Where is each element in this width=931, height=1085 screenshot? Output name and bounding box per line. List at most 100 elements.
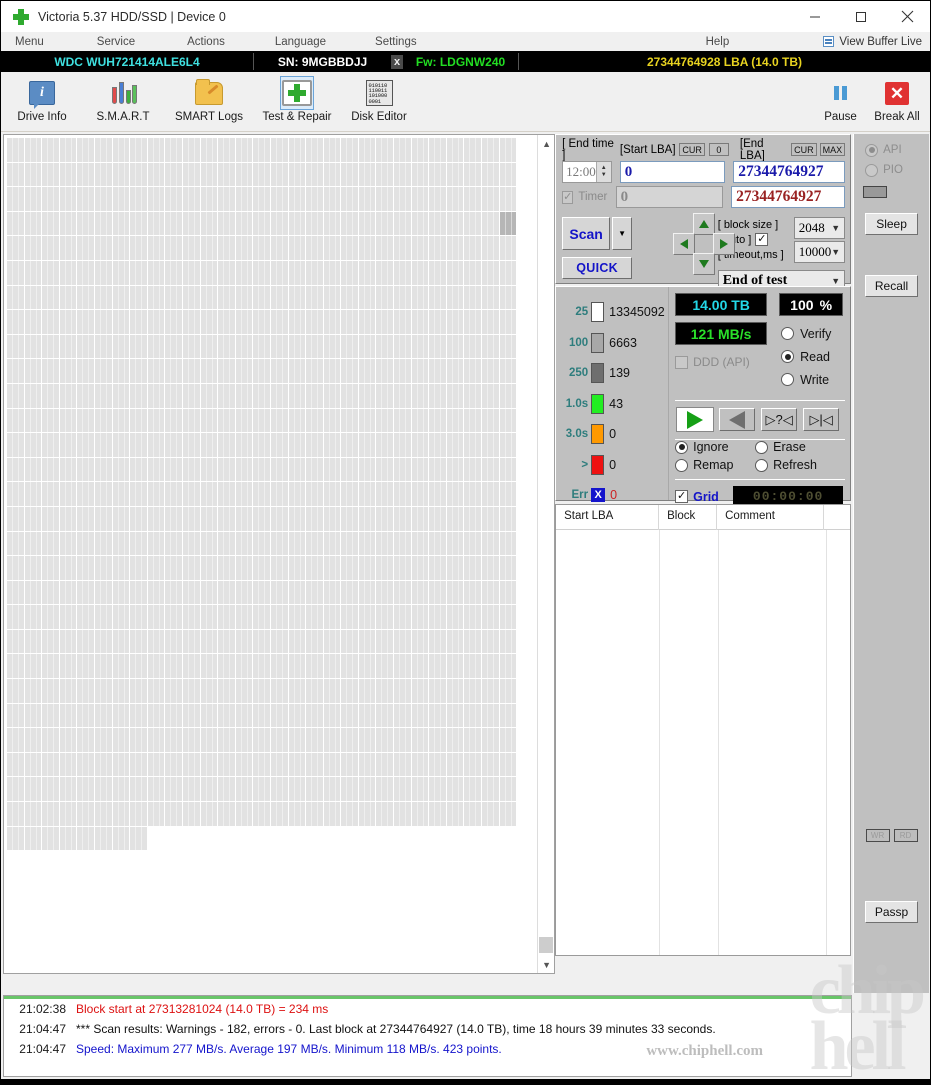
block-map-cell[interactable] bbox=[464, 728, 482, 752]
block-map-cell[interactable] bbox=[306, 531, 323, 556]
block-map-cell[interactable] bbox=[323, 777, 341, 802]
block-map-cell[interactable] bbox=[200, 359, 218, 383]
block-map-cell[interactable] bbox=[7, 359, 24, 383]
block-map-cell[interactable] bbox=[482, 629, 499, 654]
block-map-cell[interactable] bbox=[165, 777, 182, 802]
block-map-cell[interactable] bbox=[429, 580, 446, 605]
block-map-cell[interactable] bbox=[112, 408, 130, 433]
menu-item-language[interactable]: Language bbox=[275, 36, 326, 48]
block-map-cell[interactable] bbox=[270, 802, 288, 826]
block-map-cell[interactable] bbox=[130, 260, 147, 285]
menu-item-actions[interactable]: Actions bbox=[187, 36, 225, 48]
block-map-cell[interactable] bbox=[218, 605, 235, 629]
block-map-cell[interactable] bbox=[464, 408, 482, 433]
block-map-cell[interactable] bbox=[200, 556, 218, 580]
block-map-cell[interactable] bbox=[94, 383, 112, 408]
block-map-cell[interactable] bbox=[253, 138, 270, 162]
block-map-cell[interactable] bbox=[24, 506, 42, 531]
block-map-cell[interactable] bbox=[411, 728, 429, 752]
block-map-cell[interactable] bbox=[429, 802, 446, 826]
block-map-cell[interactable] bbox=[200, 383, 218, 408]
block-map-cell[interactable] bbox=[499, 334, 517, 359]
block-map-cell[interactable] bbox=[200, 433, 218, 457]
block-map-cell[interactable] bbox=[270, 531, 288, 556]
block-map-cell[interactable] bbox=[218, 162, 235, 187]
block-map-cell[interactable] bbox=[200, 138, 218, 162]
block-map-cell[interactable] bbox=[7, 162, 24, 187]
block-map-cell[interactable] bbox=[376, 679, 394, 703]
block-map-cell[interactable] bbox=[112, 457, 130, 482]
block-map-cell[interactable] bbox=[200, 162, 218, 187]
block-map-cell[interactable] bbox=[94, 482, 112, 506]
block-map-cell[interactable] bbox=[253, 187, 270, 211]
block-map-cell[interactable] bbox=[112, 802, 130, 826]
block-map-cell[interactable] bbox=[288, 138, 306, 162]
block-map-cell[interactable] bbox=[482, 703, 499, 728]
block-map-cell[interactable] bbox=[253, 408, 270, 433]
block-map-cell[interactable] bbox=[200, 531, 218, 556]
block-map-cell[interactable] bbox=[376, 654, 394, 679]
block-map-cell[interactable] bbox=[499, 310, 517, 334]
block-map-cell[interactable] bbox=[94, 334, 112, 359]
block-map-cell[interactable] bbox=[446, 260, 464, 285]
block-map-cell[interactable] bbox=[130, 285, 147, 310]
block-map-cell[interactable] bbox=[411, 285, 429, 310]
block-map-cell[interactable] bbox=[147, 260, 165, 285]
block-map-cell[interactable] bbox=[147, 285, 165, 310]
block-map-cell[interactable] bbox=[323, 556, 341, 580]
block-map-cell[interactable] bbox=[253, 334, 270, 359]
block-map-cell[interactable] bbox=[147, 187, 165, 211]
block-map-cell[interactable] bbox=[77, 310, 94, 334]
block-map-cell[interactable] bbox=[235, 408, 253, 433]
block-map-cell[interactable] bbox=[376, 728, 394, 752]
block-map-cell[interactable] bbox=[112, 187, 130, 211]
block-map-cell[interactable] bbox=[253, 383, 270, 408]
block-map-cell[interactable] bbox=[358, 605, 376, 629]
block-map-cell[interactable] bbox=[112, 531, 130, 556]
block-map-cell[interactable] bbox=[182, 556, 200, 580]
block-map-cell[interactable] bbox=[306, 408, 323, 433]
block-map-cell[interactable] bbox=[306, 728, 323, 752]
block-map-cell[interactable] bbox=[165, 236, 182, 260]
block-map-cell[interactable] bbox=[130, 310, 147, 334]
block-map-cell[interactable] bbox=[147, 310, 165, 334]
block-map-cell[interactable] bbox=[7, 408, 24, 433]
block-map-cell[interactable] bbox=[499, 605, 517, 629]
block-map-cell[interactable] bbox=[130, 605, 147, 629]
block-map-cell[interactable] bbox=[24, 777, 42, 802]
block-map-cell[interactable] bbox=[235, 187, 253, 211]
block-map-cell[interactable] bbox=[411, 187, 429, 211]
block-map-cell[interactable] bbox=[77, 777, 94, 802]
block-map-cell[interactable] bbox=[270, 285, 288, 310]
block-map-cell[interactable] bbox=[165, 162, 182, 187]
block-map-cell[interactable] bbox=[218, 359, 235, 383]
block-map-cell[interactable] bbox=[77, 679, 94, 703]
block-map-cell[interactable] bbox=[446, 777, 464, 802]
block-map-cell[interactable] bbox=[235, 556, 253, 580]
menu-item-menu[interactable]: Menu bbox=[15, 36, 44, 48]
block-map-cell[interactable] bbox=[112, 728, 130, 752]
block-map-cell[interactable] bbox=[253, 654, 270, 679]
block-map-cell[interactable] bbox=[323, 433, 341, 457]
block-map-cell[interactable] bbox=[323, 506, 341, 531]
block-map-cell[interactable] bbox=[77, 826, 94, 851]
block-map-cell[interactable] bbox=[446, 654, 464, 679]
block-map-cell[interactable] bbox=[323, 654, 341, 679]
block-map-cell[interactable] bbox=[341, 629, 358, 654]
block-map-cell[interactable] bbox=[306, 260, 323, 285]
block-map-cell[interactable] bbox=[411, 556, 429, 580]
block-map-cell[interactable] bbox=[411, 457, 429, 482]
block-map-cell[interactable] bbox=[376, 580, 394, 605]
block-map-cell[interactable] bbox=[288, 162, 306, 187]
block-map-cell[interactable] bbox=[464, 310, 482, 334]
block-map-cell[interactable] bbox=[253, 211, 270, 236]
block-map-cell[interactable] bbox=[482, 285, 499, 310]
block-map-cell[interactable] bbox=[323, 260, 341, 285]
block-map-cell[interactable] bbox=[7, 334, 24, 359]
block-map-cell[interactable] bbox=[59, 654, 77, 679]
block-map-cell[interactable] bbox=[200, 285, 218, 310]
block-map-cell[interactable] bbox=[253, 703, 270, 728]
block-map-cell[interactable] bbox=[42, 408, 59, 433]
block-map-cell[interactable] bbox=[112, 752, 130, 777]
block-map-cell[interactable] bbox=[499, 408, 517, 433]
